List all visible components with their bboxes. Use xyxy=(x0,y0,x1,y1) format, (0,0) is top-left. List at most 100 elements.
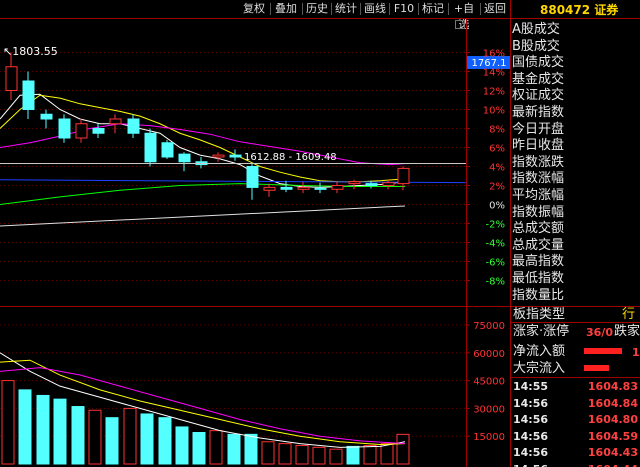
candle-body[interactable] xyxy=(382,182,395,186)
volume-bar xyxy=(158,417,172,465)
candle-body[interactable] xyxy=(127,118,140,134)
volume-bar xyxy=(71,406,85,465)
pct-axis-label: -6% xyxy=(486,258,505,269)
tick-price: 1604.83 xyxy=(587,380,638,393)
volume-bar xyxy=(88,409,102,465)
volume-bar xyxy=(18,389,32,465)
pct-axis-label: -8% xyxy=(486,277,505,288)
volume-bar xyxy=(346,445,360,465)
volume-axis-label: 75000 xyxy=(473,321,505,332)
volume-axis-label: 60000 xyxy=(473,349,505,360)
fall-count-label: 跌家 xyxy=(614,324,640,339)
bulk-inflow-bar xyxy=(584,365,609,371)
candle-body[interactable] xyxy=(212,154,225,158)
panel-item: 权证成交 xyxy=(512,88,565,104)
candle-body[interactable] xyxy=(58,118,71,139)
tick-time: 14:56 xyxy=(513,396,549,410)
reference-line xyxy=(0,179,467,184)
pct-axis-label: 6% xyxy=(489,144,505,155)
bulk-inflow-label: 大宗流入 xyxy=(513,361,566,376)
volume-bar xyxy=(295,444,309,465)
panel-item: A股成交 xyxy=(512,22,560,37)
tick-time: 14:56 xyxy=(513,446,549,459)
volume-bar xyxy=(105,417,119,465)
volume-bar xyxy=(36,394,50,465)
candle-body[interactable] xyxy=(178,153,191,163)
pct-axis-label: 0% xyxy=(489,201,505,212)
pct-axis-label: 4% xyxy=(489,163,505,174)
volume-bar xyxy=(209,430,223,465)
candle-body[interactable] xyxy=(75,123,88,139)
panel-item: 指数涨跌 xyxy=(512,154,565,170)
volume-bar xyxy=(227,433,241,465)
panel-item: 指数涨幅 xyxy=(512,171,565,187)
volume-axis-label: 30000 xyxy=(473,404,505,415)
panel-item: 今日开盘 xyxy=(512,121,565,137)
candle-body[interactable] xyxy=(263,186,276,191)
volume-bar xyxy=(140,413,154,465)
volume-bar xyxy=(261,441,275,465)
volume-bar xyxy=(363,444,377,465)
panel-item: 指数振幅 xyxy=(512,204,565,220)
net-inflow-label: 净流入额 xyxy=(513,344,566,359)
range-label: 1612.88 - 1609.48 xyxy=(244,152,337,163)
tick-price: 1604.59 xyxy=(587,429,638,443)
candle-body[interactable] xyxy=(109,118,122,125)
volume-bar xyxy=(380,443,394,465)
high-price-label: ↖1803.55 xyxy=(3,45,58,58)
candle-body[interactable] xyxy=(40,113,53,120)
volume-axis-label: 15000 xyxy=(473,432,505,443)
candle-body[interactable] xyxy=(144,132,157,163)
panel-item: B股成交 xyxy=(512,38,560,54)
panel-item: 总成交量 xyxy=(512,237,565,253)
candle-body[interactable] xyxy=(92,128,105,134)
panel-item: 最低指数 xyxy=(512,271,565,286)
candle-body[interactable] xyxy=(297,186,310,190)
pct-axis-label: -4% xyxy=(486,239,505,250)
pct-axis-label: 12% xyxy=(483,87,505,98)
volume-bar xyxy=(123,407,137,465)
candle-body[interactable] xyxy=(246,166,259,188)
candle-body[interactable] xyxy=(5,66,18,91)
volume-bar xyxy=(329,448,343,465)
volume-bar xyxy=(396,433,410,465)
volume-bar xyxy=(192,431,206,465)
panel-item: 昨日收盘 xyxy=(512,138,565,154)
candle-body[interactable] xyxy=(365,183,378,187)
panel-item: 总成交额 xyxy=(512,221,565,237)
chart-corner-icon[interactable] xyxy=(455,20,465,29)
candle-body[interactable] xyxy=(397,167,410,185)
candle-body[interactable] xyxy=(348,181,361,185)
candle-body[interactable] xyxy=(22,80,35,110)
pct-axis-label: 2% xyxy=(489,182,505,193)
candle-body[interactable] xyxy=(280,186,293,190)
rise-count-value: 36/0 xyxy=(586,326,613,339)
panel-item: 最高指数 xyxy=(512,254,565,270)
net-inflow-value: 1 xyxy=(632,346,640,359)
volume-bar xyxy=(1,380,15,465)
candle-body[interactable] xyxy=(161,142,174,158)
candle-body[interactable] xyxy=(331,185,344,190)
tick-price: 1604.80 xyxy=(587,413,638,426)
volume-axis-label: 45000 xyxy=(473,377,505,388)
tick-time: 14:56 xyxy=(513,429,549,443)
net-inflow-bar xyxy=(584,348,622,354)
volume-bar xyxy=(312,446,326,465)
volume-bar xyxy=(278,443,292,465)
volume-bar xyxy=(53,398,67,465)
pct-axis-label: 8% xyxy=(489,125,505,136)
panel-item: 平均涨幅 xyxy=(512,188,565,203)
candle-body[interactable] xyxy=(229,154,242,158)
panel-item: 基金成交 xyxy=(512,71,565,87)
volume-bar xyxy=(175,426,189,465)
panel-item: 指数量比 xyxy=(512,287,565,303)
pct-axis-label: 14% xyxy=(483,68,505,79)
pct-axis-label: 16% xyxy=(483,49,505,60)
board-type-label: 板指类型 xyxy=(513,307,566,322)
tick-price: 1604.84 xyxy=(587,396,638,410)
tick-price: 1604.43 xyxy=(587,446,638,459)
candle-body[interactable] xyxy=(314,187,327,190)
tick-time: 14:55 xyxy=(513,380,549,393)
ma60-line xyxy=(0,183,405,205)
pct-axis-label: -2% xyxy=(486,220,505,231)
